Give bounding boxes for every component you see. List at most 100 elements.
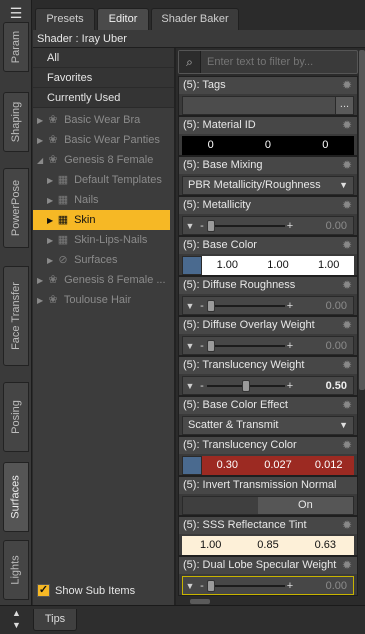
sss-reflectance-tint-field[interactable]: 1.00 0.85 0.63 [182,536,354,555]
slider-value[interactable]: 0.00 [295,340,353,352]
tree-node-skin-lips-nails[interactable]: ▶ ▦ Skin-Lips-Nails [47,230,147,250]
expand-arrow-icon[interactable]: ▶ [37,291,45,311]
material-id-g[interactable]: 0 [239,136,296,155]
sss-tint-g[interactable]: 0.85 [239,536,296,555]
filter-input[interactable] [201,56,351,68]
tree-node-genesis-8-female[interactable]: ◢ ❀ Genesis 8 Female [37,150,153,170]
slider-menu-icon[interactable]: ▼ [183,341,197,351]
base-color-r[interactable]: 1.00 [202,256,253,275]
tree-node-genesis-8-female-2[interactable]: ▶ ❀ Genesis 8 Female ... [37,270,166,290]
vtab-surfaces[interactable]: Surfaces [3,462,29,532]
slider-knob[interactable] [207,299,215,312]
material-id-r[interactable]: 0 [182,136,239,155]
increment-icon[interactable]: + [285,580,295,592]
gear-icon[interactable]: ✹ [340,198,354,212]
slider-track[interactable] [207,299,285,312]
decrement-icon[interactable]: - [197,340,207,352]
tree-node-default-templates[interactable]: ▶ ▦ Default Templates [47,170,162,190]
tree-node-basic-wear-panties[interactable]: ▶ ❀ Basic Wear Panties [37,130,160,150]
vtab-parameters[interactable]: Param [3,22,29,72]
slider-knob[interactable] [207,339,215,352]
translucency-color-field[interactable]: 0.30 0.027 0.012 [182,456,354,475]
decrement-icon[interactable]: - [197,300,207,312]
slider-track[interactable] [207,339,285,352]
expand-arrow-icon[interactable]: ▶ [37,111,45,131]
tab-editor[interactable]: Editor [97,8,149,30]
base-mixing-dropdown[interactable]: PBR Metallicity/Roughness ▼ [182,176,354,195]
gear-icon[interactable]: ✹ [340,438,354,452]
gear-icon[interactable]: ✹ [340,358,354,372]
expand-arrow-icon[interactable]: ▶ [47,251,55,271]
tree-node-toulouse-hair[interactable]: ▶ ❀ Toulouse Hair [37,290,131,310]
diffuse-overlay-weight-slider[interactable]: ▼ - + 0.00 [182,336,354,355]
tags-field[interactable]: ... [182,96,354,115]
increment-icon[interactable]: + [285,340,295,352]
tree-node-surfaces[interactable]: ▶ ⊘ Surfaces [47,250,117,270]
slider-knob[interactable] [207,219,215,232]
show-sub-items-toggle[interactable]: ✓ Show Sub Items [37,584,135,597]
scrollbar-thumb[interactable] [359,50,365,390]
tree-filter-favorites[interactable]: Favorites [33,68,174,88]
expand-arrow-icon[interactable]: ▶ [47,231,55,251]
tree-node-nails[interactable]: ▶ ▦ Nails [47,190,99,210]
gear-icon[interactable]: ✹ [340,118,354,132]
color-swatch[interactable] [182,256,202,275]
translucency-color-b[interactable]: 0.012 [303,456,354,475]
gear-icon[interactable]: ✹ [340,398,354,412]
slider-track[interactable] [207,379,285,392]
gear-icon[interactable]: ✹ [340,238,354,252]
metallicity-slider[interactable]: ▼ - + 0.00 [182,216,354,235]
search-icon[interactable]: ⌕ [179,51,201,73]
expand-arrow-icon[interactable]: ▶ [37,271,45,291]
resize-grip[interactable] [190,599,210,604]
slider-knob[interactable] [242,379,250,392]
slider-value[interactable]: 0.00 [295,300,353,312]
translucency-color-r[interactable]: 0.30 [202,456,253,475]
increment-icon[interactable]: + [285,380,295,392]
pane-toggle-arrows-icon[interactable]: ▲ ▼ [12,607,21,631]
color-swatch[interactable] [182,456,202,475]
sss-tint-r[interactable]: 1.00 [182,536,239,555]
tree-node-basic-wear-bra[interactable]: ▶ ❀ Basic Wear Bra [37,110,140,130]
base-color-effect-dropdown[interactable]: Scatter & Transmit ▼ [182,416,354,435]
slider-menu-icon[interactable]: ▼ [183,581,197,591]
gear-icon[interactable]: ✹ [340,158,354,172]
tab-shader-baker[interactable]: Shader Baker [151,8,239,30]
base-color-g[interactable]: 1.00 [253,256,304,275]
translucency-weight-slider[interactable]: ▼ - + 0.50 [182,376,354,395]
slider-value[interactable]: 0.00 [295,580,353,592]
decrement-icon[interactable]: - [197,380,207,392]
base-color-b[interactable]: 1.00 [303,256,354,275]
slider-track[interactable] [207,219,285,232]
expand-arrow-icon[interactable]: ▶ [37,131,45,151]
decrement-icon[interactable]: - [197,220,207,232]
checkbox-checked-icon[interactable]: ✓ [37,584,50,597]
invert-transmission-toggle[interactable]: On [182,496,354,515]
material-id-b[interactable]: 0 [297,136,354,155]
tags-browse-button[interactable]: ... [335,97,353,114]
diffuse-roughness-slider[interactable]: ▼ - + 0.00 [182,296,354,315]
slider-menu-icon[interactable]: ▼ [183,301,197,311]
slider-knob[interactable] [207,579,215,592]
base-color-field[interactable]: 1.00 1.00 1.00 [182,256,354,275]
tree-node-skin[interactable]: ▶ ▦ Skin [33,210,170,230]
vertical-scrollbar[interactable] [359,50,365,600]
dual-lobe-specular-weight-slider[interactable]: ▼ - + 0.00 [182,576,354,595]
panel-menu-icon[interactable]: ☰ [6,4,26,22]
increment-icon[interactable]: + [285,300,295,312]
expand-arrow-icon[interactable]: ▶ [47,211,55,231]
translucency-color-g[interactable]: 0.027 [253,456,304,475]
vtab-face-transfer[interactable]: Face Transfer [3,266,29,366]
gear-icon[interactable]: ✹ [340,558,354,572]
collapse-arrow-icon[interactable]: ◢ [37,151,45,171]
slider-menu-icon[interactable]: ▼ [183,221,197,231]
slider-track[interactable] [207,579,285,592]
slider-value[interactable]: 0.50 [295,380,353,392]
vtab-shaping[interactable]: Shaping [3,92,29,152]
tab-presets[interactable]: Presets [35,8,95,30]
tree-filter-currently-used[interactable]: Currently Used [33,88,174,108]
increment-icon[interactable]: + [285,220,295,232]
sss-tint-b[interactable]: 0.63 [297,536,354,555]
slider-menu-icon[interactable]: ▼ [183,381,197,391]
vtab-lights[interactable]: Lights [3,540,29,600]
